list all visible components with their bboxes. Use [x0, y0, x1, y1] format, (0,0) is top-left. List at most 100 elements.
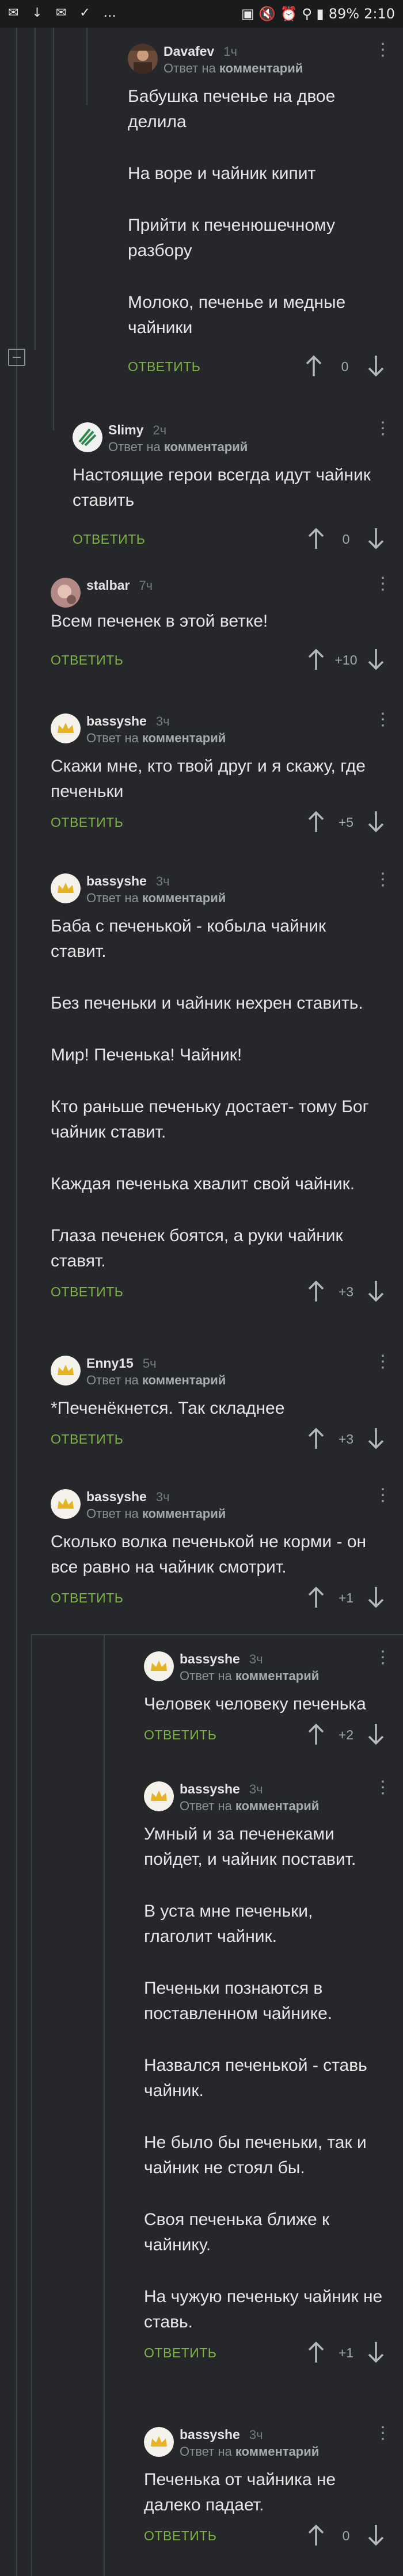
- reply-button[interactable]: ОТВЕТИТЬ: [51, 1590, 123, 1606]
- upvote-icon[interactable]: [306, 648, 326, 671]
- reply-to[interactable]: Ответ на комментарий: [164, 61, 303, 76]
- comment-author[interactable]: Davafev 1ч: [164, 44, 237, 59]
- thread-line: [104, 1634, 105, 2576]
- comment-author[interactable]: bassyshe 3ч: [180, 1781, 263, 1797]
- upvote-icon[interactable]: [306, 2341, 326, 2364]
- reply-button[interactable]: ОТВЕТИТЬ: [128, 359, 200, 375]
- comment-author[interactable]: stalbar 7ч: [86, 578, 153, 593]
- upvote-icon[interactable]: [306, 810, 326, 833]
- notification-icons: ✉ ↓ ✉ ✓ …: [8, 6, 121, 20]
- avatar[interactable]: [73, 422, 102, 452]
- more-options-icon[interactable]: ⋮: [374, 41, 391, 59]
- reply-button[interactable]: ОТВЕТИТЬ: [51, 1432, 123, 1447]
- more-options-icon[interactable]: ⋮: [374, 1487, 391, 1504]
- rating-score: 0: [341, 359, 349, 374]
- comment-author[interactable]: bassyshe 3ч: [180, 1651, 263, 1667]
- reply-button[interactable]: ОТВЕТИТЬ: [73, 532, 145, 547]
- comment: bassyshe 3ч Ответ на комментарий ⋮ Баба с…: [51, 871, 391, 1311]
- more-options-icon[interactable]: ⋮: [374, 420, 391, 437]
- downvote-icon[interactable]: [366, 354, 386, 377]
- reply-to[interactable]: Ответ на комментарий: [86, 731, 226, 746]
- reply-to[interactable]: Ответ на комментарий: [180, 1669, 319, 1684]
- downvote-icon[interactable]: [366, 527, 386, 550]
- thread-line: [86, 28, 88, 105]
- avatar[interactable]: [144, 1781, 174, 1811]
- reply-button[interactable]: ОТВЕТИТЬ: [51, 1284, 123, 1300]
- reply-button[interactable]: ОТВЕТИТЬ: [144, 1727, 216, 1743]
- avatar[interactable]: [51, 578, 81, 608]
- thread-line: [16, 28, 17, 2576]
- downvote-icon[interactable]: [366, 2341, 386, 2364]
- downvote-icon[interactable]: [366, 1427, 386, 1450]
- comment-text: Настоящие герои всегда идут чайник стави…: [73, 465, 371, 510]
- battery-level: 89%: [328, 6, 360, 22]
- status-bar: ✉ ↓ ✉ ✓ … ▣ 🔇 ⏰ ⚲ ▮ 89% 2:10: [0, 0, 403, 28]
- comment-author[interactable]: bassyshe 3ч: [86, 1489, 170, 1505]
- more-options-icon[interactable]: ⋮: [374, 871, 391, 888]
- comment-author[interactable]: bassyshe 3ч: [86, 873, 170, 889]
- reply-button[interactable]: ОТВЕТИТЬ: [144, 2345, 216, 2361]
- downvote-icon[interactable]: [366, 1280, 386, 1303]
- reply-to[interactable]: Ответ на комментарий: [180, 1799, 319, 1814]
- reply-button[interactable]: ОТВЕТИТЬ: [51, 652, 123, 668]
- downvote-icon[interactable]: [366, 2524, 386, 2547]
- reply-to[interactable]: Ответ на комментарий: [86, 891, 226, 906]
- comment-time: 3ч: [249, 1652, 263, 1666]
- more-options-icon[interactable]: ⋮: [374, 1353, 391, 1371]
- reply-to[interactable]: Ответ на комментарий: [86, 1373, 226, 1388]
- comment: bassyshe 3ч Ответ на комментарий ⋮ Умный …: [144, 1779, 391, 2372]
- downvote-icon[interactable]: [366, 648, 386, 671]
- upvote-icon[interactable]: [306, 527, 326, 550]
- upvote-icon[interactable]: [306, 1280, 326, 1303]
- upvote-icon[interactable]: [306, 1586, 326, 1609]
- more-options-icon[interactable]: ⋮: [374, 1649, 391, 1666]
- avatar[interactable]: [51, 713, 81, 743]
- rating-score: 0: [342, 532, 350, 547]
- upvote-icon[interactable]: [306, 2524, 326, 2547]
- rating-score: +1: [338, 1590, 354, 1605]
- reply-to[interactable]: Ответ на комментарий: [86, 1506, 226, 1521]
- comment-text: Сколько волка печенькой не корми - он вс…: [51, 1532, 367, 1577]
- reply-button[interactable]: ОТВЕТИТЬ: [51, 815, 123, 830]
- comment-time: 5ч: [142, 1356, 157, 1371]
- more-options-icon[interactable]: ⋮: [374, 1779, 391, 1796]
- avatar[interactable]: [51, 1356, 81, 1386]
- comment-time: 3ч: [155, 874, 170, 888]
- comment-author[interactable]: Slimy 2ч: [108, 422, 166, 438]
- avatar[interactable]: [128, 44, 158, 74]
- comment-text: Скажи мне, кто твой друг и я скажу, где …: [51, 757, 366, 801]
- comment-author[interactable]: bassyshe 3ч: [86, 713, 170, 729]
- avatar[interactable]: [144, 1651, 174, 1681]
- reply-button[interactable]: ОТВЕТИТЬ: [144, 2528, 216, 2544]
- upvote-icon[interactable]: [306, 1427, 326, 1450]
- thread-line: [31, 1634, 32, 2576]
- clock: 2:10: [364, 6, 395, 22]
- downvote-icon[interactable]: [366, 1723, 386, 1746]
- avatar[interactable]: [51, 1489, 81, 1519]
- comment-time: 7ч: [139, 578, 153, 593]
- comment-text: Печенька от чайника не далеко падает.: [144, 2470, 336, 2514]
- upvote-icon[interactable]: [306, 1723, 326, 1746]
- comment-text: Бабушка печенье на двое делила На воре и…: [128, 87, 346, 337]
- collapse-thread-button[interactable]: [8, 349, 25, 366]
- reply-to[interactable]: Ответ на комментарий: [108, 440, 248, 455]
- downvote-icon[interactable]: [366, 1586, 386, 1609]
- system-status: ▣ 🔇 ⏰ ⚲ ▮ 89% 2:10: [237, 6, 395, 22]
- rating-score: +10: [334, 652, 358, 667]
- rating-score: 0: [342, 2528, 350, 2543]
- rating-score: +1: [338, 2345, 354, 2360]
- downvote-icon[interactable]: [366, 810, 386, 833]
- comment-time: 3ч: [249, 2428, 263, 2442]
- more-options-icon[interactable]: ⋮: [374, 575, 391, 593]
- more-options-icon[interactable]: ⋮: [374, 2425, 391, 2442]
- reply-to[interactable]: Ответ на комментарий: [180, 2444, 319, 2459]
- comment-author[interactable]: Enny15 5ч: [86, 1356, 157, 1371]
- avatar[interactable]: [144, 2427, 174, 2457]
- comment-text: *Печенёкнется. Так складнее: [51, 1399, 285, 1418]
- upvote-icon[interactable]: [304, 354, 324, 377]
- comment-text: Человек человеку печенька: [144, 1695, 366, 1713]
- comment-author[interactable]: bassyshe 3ч: [180, 2427, 263, 2443]
- more-options-icon[interactable]: ⋮: [374, 711, 391, 728]
- avatar[interactable]: [51, 873, 81, 903]
- rating-score: +3: [338, 1432, 354, 1447]
